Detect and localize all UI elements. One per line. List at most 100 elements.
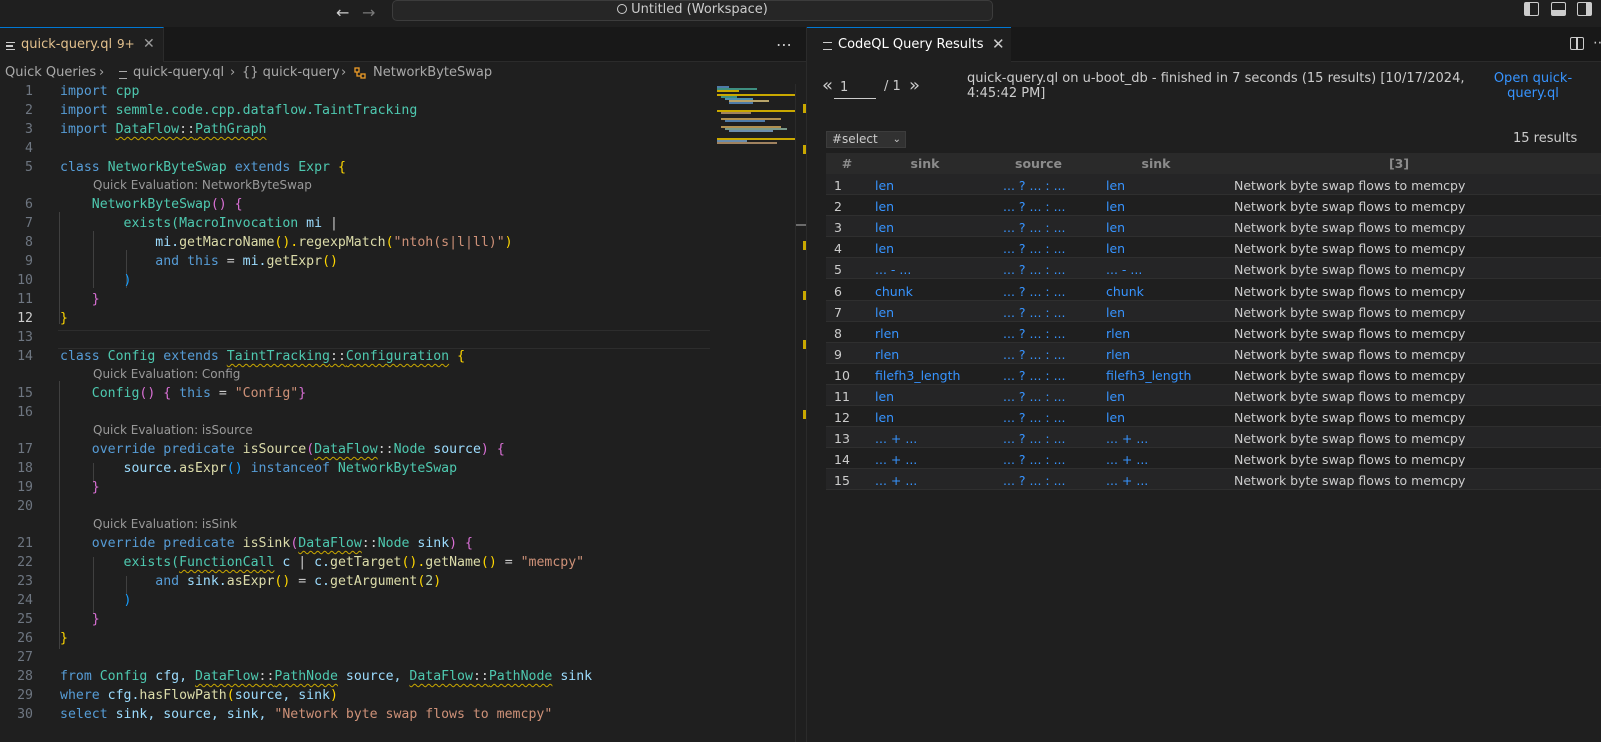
location-link[interactable]: rlen <box>875 326 899 341</box>
tab-quick-query[interactable]: quick-query.ql 9+ ✕ <box>0 27 164 62</box>
location-link[interactable]: ... - ... <box>875 262 911 277</box>
location-link[interactable]: rlen <box>875 347 899 362</box>
location-link[interactable]: len <box>875 241 894 256</box>
location-link[interactable]: ... ? ... : ... <box>1003 452 1066 467</box>
location-link[interactable]: len <box>1106 389 1125 404</box>
table-row[interactable]: 3 len ... ? ... : ... len Network byte swap … <box>826 216 1601 238</box>
location-link[interactable]: ... ? ... : ... <box>1003 199 1066 214</box>
previous-page-button[interactable]: « <box>822 75 833 96</box>
location-link[interactable]: rlen <box>1106 347 1130 362</box>
table-row[interactable]: 14 ... + ... ... ? ... : ... ... + ... Netwo… <box>826 448 1601 470</box>
forward-arrow-icon[interactable]: → <box>362 3 375 22</box>
breadcrumb-symbol[interactable]: NetworkByteSwap <box>373 65 492 80</box>
location-link[interactable]: ... + ... <box>1106 473 1148 488</box>
location-link[interactable]: len <box>1106 305 1125 320</box>
location-link[interactable]: len <box>1106 220 1125 235</box>
page-number-input[interactable] <box>834 77 876 99</box>
location-link[interactable]: ... ? ... : ... <box>1003 241 1066 256</box>
location-link[interactable]: ... ? ... : ... <box>1003 473 1066 488</box>
close-icon[interactable]: ✕ <box>992 35 1005 53</box>
location-link[interactable]: len <box>875 389 894 404</box>
table-row[interactable]: 7 len ... ? ... : ... len Network byte swap … <box>826 300 1601 322</box>
code-editor[interactable]: 1 import cpp 2 import semmle.code.cpp.da… <box>0 84 806 742</box>
location-link[interactable]: rlen <box>1106 326 1130 341</box>
codelens-quick-evaluation[interactable]: Quick Evaluation: isSink <box>93 517 237 535</box>
table-row[interactable]: 15 ... + ... ... ? ... : ... ... + ... Netwo… <box>826 469 1601 491</box>
location-link[interactable]: ... ? ... : ... <box>1003 431 1066 446</box>
code-line: 4 <box>0 141 806 160</box>
location-link[interactable]: ... ? ... : ... <box>1003 347 1066 362</box>
location-link[interactable]: ... + ... <box>875 431 917 446</box>
toggle-panel-icon[interactable] <box>1551 2 1566 16</box>
column-header[interactable]: [3] <box>1234 156 1564 171</box>
table-row[interactable]: 1 len ... ? ... : ... len Network byte swap … <box>826 174 1601 195</box>
location-link[interactable]: chunk <box>1106 284 1144 299</box>
codelens-quick-evaluation[interactable]: Quick Evaluation: isSource <box>93 423 253 441</box>
location-link[interactable]: ... - ... <box>1106 262 1142 277</box>
open-query-link[interactable]: Open quick-query.ql <box>1487 71 1579 101</box>
editor-scrollbar[interactable] <box>795 84 807 742</box>
location-link[interactable]: ... + ... <box>1106 452 1148 467</box>
location-link[interactable]: chunk <box>875 284 913 299</box>
column-header[interactable]: # <box>834 156 860 171</box>
location-link[interactable]: ... ? ... : ... <box>1003 220 1066 235</box>
table-row[interactable]: 13 ... + ... ... ? ... : ... ... + ... Netwo… <box>826 427 1601 449</box>
result-set-value: #select <box>832 132 878 146</box>
location-link[interactable]: ... ? ... : ... <box>1003 326 1066 341</box>
minimap[interactable] <box>717 84 795 150</box>
tab-codeql-query-results[interactable]: CodeQL Query Results ✕ <box>807 27 1011 62</box>
codelens-quick-evaluation[interactable]: Quick Evaluation: Config <box>93 367 240 385</box>
location-link[interactable]: ... ? ... : ... <box>1003 410 1066 425</box>
code-token: source, <box>337 669 410 684</box>
result-set-select[interactable]: #select ⌄ <box>826 131 906 148</box>
table-row[interactable]: 8 rlen ... ? ... : ... rlen Network byte swa… <box>826 321 1601 343</box>
location-link[interactable]: ... + ... <box>1106 431 1148 446</box>
breadcrumb-file[interactable]: quick-query.ql <box>133 65 224 80</box>
location-link[interactable]: len <box>875 178 894 193</box>
code-line: 25 } <box>0 612 806 631</box>
location-link[interactable]: ... ? ... : ... <box>1003 368 1066 383</box>
location-link[interactable]: ... ? ... : ... <box>1003 178 1066 193</box>
location-link[interactable]: ... ? ... : ... <box>1003 284 1066 299</box>
more-actions-icon[interactable]: ⋯ <box>1593 35 1601 51</box>
table-row[interactable]: 12 len ... ? ... : ... len Network byte swap… <box>826 406 1601 428</box>
location-link[interactable]: ... ? ... : ... <box>1003 389 1066 404</box>
location-link[interactable]: len <box>875 199 894 214</box>
breadcrumb-module[interactable]: {} quick-query <box>242 65 340 80</box>
table-row[interactable]: 2 len ... ? ... : ... len Network byte swap … <box>826 195 1601 217</box>
table-row[interactable]: 6 chunk ... ? ... : ... chunk Network byte s… <box>826 279 1601 301</box>
query-status-text: quick-query.ql on u-boot_db - finished i… <box>967 71 1465 101</box>
toggle-primary-sidebar-icon[interactable] <box>1524 2 1539 16</box>
close-icon[interactable]: ✕ <box>143 36 155 52</box>
location-link[interactable]: ... ? ... : ... <box>1003 305 1066 320</box>
location-link[interactable]: len <box>875 305 894 320</box>
table-row[interactable]: 5 ... - ... ... ? ... : ... ... - ... Networ… <box>826 258 1601 280</box>
table-row[interactable]: 9 rlen ... ? ... : ... rlen Network byte swa… <box>826 342 1601 364</box>
more-actions-icon[interactable]: ⋯ <box>776 35 793 54</box>
command-center-search[interactable]: Untitled (Workspace) <box>392 0 993 21</box>
table-row[interactable]: 10 filefh3_length ... ? ... : ... filefh3_l… <box>826 363 1601 385</box>
location-link[interactable]: len <box>1106 199 1125 214</box>
table-row[interactable]: 11 len ... ? ... : ... len Network byte swap… <box>826 385 1601 406</box>
back-arrow-icon[interactable]: ← <box>336 3 349 22</box>
breadcrumb-root[interactable]: Quick Queries <box>5 65 96 80</box>
location-link[interactable]: len <box>875 410 894 425</box>
location-link[interactable]: len <box>1106 178 1125 193</box>
next-page-button[interactable]: » <box>909 75 920 96</box>
location-link[interactable]: filefh3_length <box>1106 368 1191 383</box>
table-row[interactable]: 4 len ... ? ... : ... len Network byte swap … <box>826 237 1601 259</box>
column-header[interactable]: source <box>996 156 1081 171</box>
location-link[interactable]: len <box>1106 241 1125 256</box>
location-link[interactable]: filefh3_length <box>875 368 960 383</box>
code-token: ) <box>433 574 442 589</box>
column-header[interactable]: sink <box>875 156 975 171</box>
split-editor-icon[interactable] <box>1570 37 1584 50</box>
location-link[interactable]: len <box>875 220 894 235</box>
toggle-secondary-sidebar-icon[interactable] <box>1577 2 1592 16</box>
location-link[interactable]: ... + ... <box>875 452 917 467</box>
location-link[interactable]: len <box>1106 410 1125 425</box>
location-link[interactable]: ... + ... <box>875 473 917 488</box>
column-header[interactable]: sink <box>1106 156 1206 171</box>
codelens-quick-evaluation[interactable]: Quick Evaluation: NetworkByteSwap <box>93 178 312 196</box>
location-link[interactable]: ... ? ... : ... <box>1003 262 1066 277</box>
